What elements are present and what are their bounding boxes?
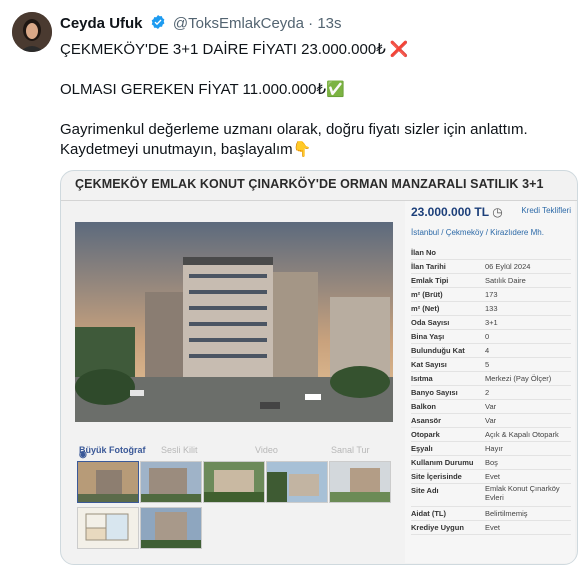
tab-large-photo[interactable]: ◉ Büyük Fotoğraf xyxy=(79,445,146,459)
detail-row: Isıtma Merkezi (Pay Ölçer) xyxy=(411,372,571,386)
history-icon[interactable]: ◷ xyxy=(492,205,502,219)
credit-offers-link[interactable]: Kredi Teklifleri xyxy=(521,206,571,215)
thumbnail[interactable] xyxy=(77,461,139,503)
detail-row: m² (Net) 133 xyxy=(411,302,571,316)
verified-badge-icon xyxy=(150,14,166,34)
tab-video[interactable]: Video xyxy=(255,445,278,455)
detail-row: Kullanım Durumu Boş xyxy=(411,456,571,470)
detail-row: Emlak Tipi Satılık Daire xyxy=(411,274,571,288)
detail-row: İlan No xyxy=(411,246,571,260)
detail-row: Oda Sayısı 3+1 xyxy=(411,316,571,330)
detail-row: Site Adı Emlak Konut Çınarköy Evleri xyxy=(411,484,571,507)
location-breadcrumb[interactable]: İstanbul / Çekmeköy / Kirazlıdere Mh. xyxy=(411,228,544,237)
detail-row: Balkon Var xyxy=(411,400,571,414)
photo-tabs: ◉ Büyük Fotoğraf Sesli Kilit Video Sanal… xyxy=(75,441,393,459)
detail-row: Krediye Uygun Evet xyxy=(411,521,571,535)
separator-dot: · xyxy=(308,15,314,32)
attached-image-card[interactable]: ÇEKMEKÖY EMLAK KONUT ÇINARKÖY'DE ORMAN M… xyxy=(60,170,578,565)
tab-virtual-tour[interactable]: Sanal Tur xyxy=(331,445,370,455)
detail-row: İlan Tarihi 06 Eylül 2024 xyxy=(411,260,571,274)
thumbnail[interactable] xyxy=(329,461,391,503)
tweet-line-1: ÇEKMEKÖY'DE 3+1 DAİRE FİYATI 23.000.000₺… xyxy=(60,41,409,58)
main-photo[interactable] xyxy=(75,222,393,422)
tweet-header: Ceyda Ufuk @ToksEmlakCeyda · 13s xyxy=(60,14,342,34)
avatar[interactable] xyxy=(12,12,52,52)
thumbnail[interactable] xyxy=(140,507,202,549)
detail-row: Site İçerisinde Evet xyxy=(411,470,571,484)
detail-row: Banyo Sayısı 2 xyxy=(411,386,571,400)
tweet-line-3: Gayrimenkul değerleme uzmanı olarak, doğ… xyxy=(60,121,528,158)
tweet-text: ÇEKMEKÖY'DE 3+1 DAİRE FİYATI 23.000.000₺… xyxy=(60,40,575,160)
thumbnail[interactable] xyxy=(203,461,265,503)
author-name[interactable]: Ceyda Ufuk xyxy=(60,15,143,32)
listing-title: ÇEKMEKÖY EMLAK KONUT ÇINARKÖY'DE ORMAN M… xyxy=(75,177,544,191)
detail-row: Bulunduğu Kat 4 xyxy=(411,344,571,358)
thumbnail[interactable] xyxy=(140,461,202,503)
detail-row: Aidat (TL) Belirtilmemiş xyxy=(411,507,571,521)
detail-row: m² (Brüt) 173 xyxy=(411,288,571,302)
author-handle[interactable]: @ToksEmlakCeyda xyxy=(173,15,304,32)
floorplan-thumbnail[interactable] xyxy=(77,507,139,549)
details-panel: 23.000.000 TL ◷ Kredi Teklifleri İstanbu… xyxy=(405,201,575,563)
tab-sesli[interactable]: Sesli Kilit xyxy=(161,445,198,455)
thumbnail[interactable] xyxy=(266,461,328,503)
detail-row: Kat Sayısı 5 xyxy=(411,358,571,372)
tweet-line-2: OLMASI GEREKEN FİYAT 11.000.000₺✅ xyxy=(60,81,345,98)
detail-row: Bina Yaşı 0 xyxy=(411,330,571,344)
detail-row: Asansör Var xyxy=(411,414,571,428)
detail-row: Eşyalı Hayır xyxy=(411,442,571,456)
detail-row: Otopark Açık & Kapalı Otopark xyxy=(411,428,571,442)
camera-icon: ◉ xyxy=(79,449,87,459)
detail-table: İlan No İlan Tarihi 06 Eylül 2024 Emlak T… xyxy=(411,246,571,535)
listing-price: 23.000.000 TL ◷ xyxy=(411,205,503,219)
tweet-time[interactable]: 13s xyxy=(317,15,341,32)
